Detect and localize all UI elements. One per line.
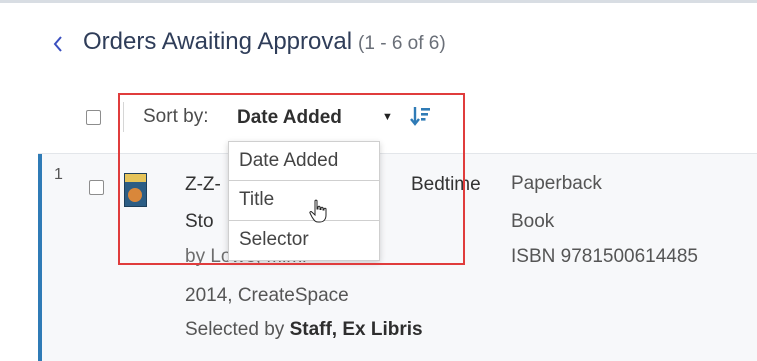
result-count: (1 - 6 of 6)	[358, 33, 446, 54]
material-type: Book	[511, 211, 555, 232]
sort-option-title[interactable]: Title	[229, 180, 379, 218]
page-title: Orders Awaiting Approval (1 - 6 of 6)	[83, 28, 446, 56]
book-cover-image[interactable]	[124, 173, 147, 207]
sort-direction-icon[interactable]	[410, 104, 432, 128]
selected-by-prefix: Selected by	[185, 319, 285, 340]
title-fragment-right[interactable]: Bedtime	[411, 174, 481, 196]
caret-down-icon[interactable]: ▼	[382, 111, 393, 123]
page-header: Orders Awaiting Approval (1 - 6 of 6)	[0, 24, 757, 68]
toolbar-divider	[123, 102, 124, 132]
back-button[interactable]	[46, 26, 72, 60]
sort-toolbar: Sort by: Date Added ▼	[0, 94, 757, 138]
sort-label: Sort by:	[143, 106, 209, 127]
format: Paperback	[511, 173, 602, 194]
window-top-border	[0, 0, 757, 3]
chevron-left-icon	[53, 36, 62, 52]
select-all-checkbox[interactable]	[86, 110, 101, 125]
isbn: ISBN 9781500614485	[511, 246, 698, 267]
row-checkbox[interactable]	[89, 180, 104, 195]
selected-by-line: Selected by Staff, Ex Libris	[185, 319, 423, 341]
page-title-text: Orders Awaiting Approval	[83, 28, 353, 55]
sort-select[interactable]: Date Added	[237, 107, 342, 129]
sort-option-date-added[interactable]: Date Added	[229, 142, 379, 180]
title-fragment-left[interactable]: Z-Z-	[185, 174, 221, 196]
sort-dropdown-menu: Date Added Title Selector	[228, 141, 380, 261]
row-index: 1	[54, 166, 63, 183]
title-line-2[interactable]: Sto	[185, 211, 214, 233]
sort-option-selector[interactable]: Selector	[229, 220, 379, 258]
publication-info: 2014, CreateSpace	[185, 285, 349, 306]
row-selection-indicator	[38, 154, 42, 361]
selected-by-name[interactable]: Staff, Ex Libris	[290, 319, 423, 340]
